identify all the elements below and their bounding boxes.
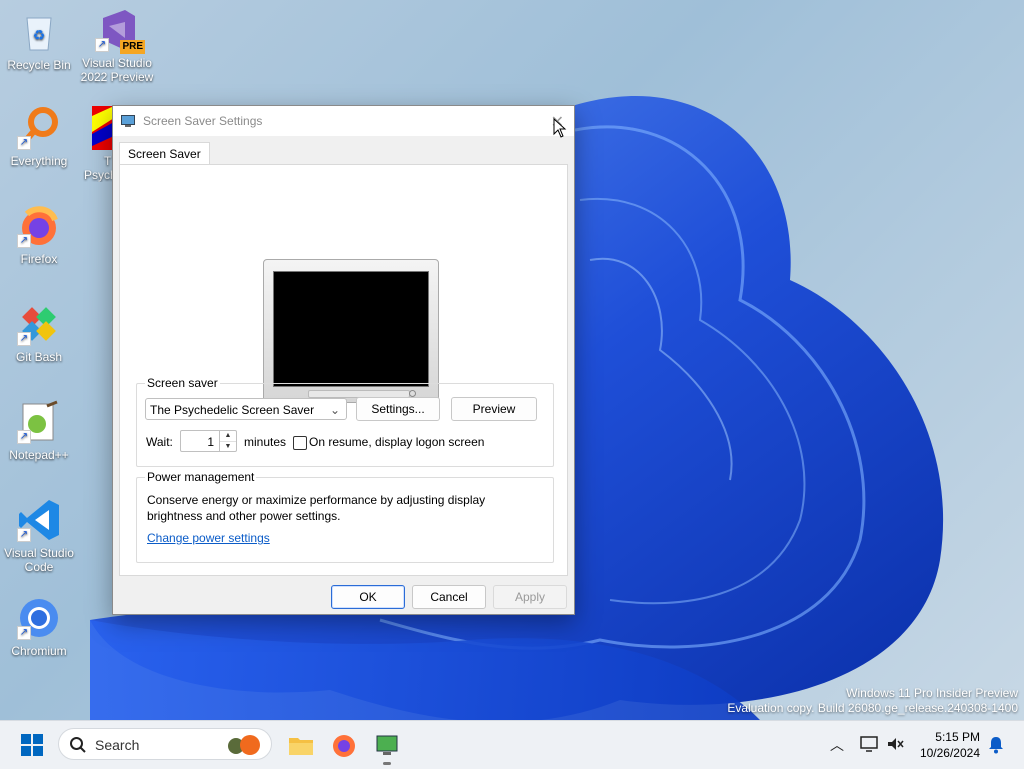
desktop-icon-label: Chromium bbox=[11, 644, 67, 658]
taskbar-screen-saver-settings[interactable] bbox=[371, 729, 403, 765]
desktop-icon-visual-studio-preview[interactable]: PRE ↗ Visual Studio 2022 Preview bbox=[75, 8, 159, 84]
desktop-icon-firefox[interactable]: ↗ Firefox bbox=[0, 204, 81, 266]
desktop-icon-notepad-plus-plus[interactable]: ↗ Notepad++ bbox=[0, 400, 81, 462]
desktop-icon-label: T bbox=[104, 154, 112, 168]
monitor-app-icon bbox=[376, 735, 398, 755]
desktop-icon-chromium[interactable]: ↗ Chromium bbox=[0, 596, 81, 658]
cancel-button[interactable]: Cancel bbox=[412, 585, 486, 609]
search-highlight-icon bbox=[228, 735, 260, 755]
firefox-icon bbox=[333, 735, 355, 757]
wait-minutes-value: 1 bbox=[207, 435, 214, 449]
tab-panel: Screen saver The Psychedelic Screen Save… bbox=[119, 164, 568, 576]
screen-saver-group: Screen saver The Psychedelic Screen Save… bbox=[136, 376, 554, 467]
shortcut-arrow-icon: ↗ bbox=[17, 430, 31, 444]
desktop-icon-everything[interactable]: ↗ Everything bbox=[0, 106, 81, 168]
start-button[interactable] bbox=[16, 729, 48, 761]
desktop-icon-label: Visual Studio bbox=[4, 546, 74, 560]
desktop-icon-label: Visual Studio bbox=[82, 56, 152, 70]
shortcut-arrow-icon: ↗ bbox=[17, 332, 31, 346]
taskbar-clock[interactable]: 5:15 PM 10/26/2024 bbox=[920, 729, 980, 761]
wait-minutes-stepper[interactable]: 1 ▲ ▼ bbox=[180, 430, 237, 452]
change-power-settings-link[interactable]: Change power settings bbox=[147, 531, 270, 545]
taskbar-search-box[interactable]: Search bbox=[58, 728, 272, 760]
watermark-line-1: Windows 11 Pro Insider Preview bbox=[846, 686, 1018, 700]
notepad-plus-plus-icon: ↗ bbox=[17, 400, 61, 444]
desktop-icon-recycle-bin[interactable]: ♻ Recycle Bin bbox=[0, 10, 81, 72]
tab-screen-saver[interactable]: Screen Saver bbox=[119, 142, 210, 165]
desktop-icon-label: Recycle Bin bbox=[7, 58, 71, 72]
stepper-up-icon[interactable]: ▲ bbox=[220, 431, 236, 441]
visual-studio-icon: PRE ↗ bbox=[95, 8, 145, 54]
taskbar-firefox[interactable] bbox=[328, 729, 360, 761]
taskbar-file-explorer[interactable] bbox=[285, 729, 317, 761]
network-icon[interactable] bbox=[860, 736, 878, 752]
chromium-icon: ↗ bbox=[17, 596, 61, 640]
monitor-app-icon bbox=[121, 114, 135, 127]
watermark-line-2: Evaluation copy. Build 26080.ge_release.… bbox=[727, 701, 1018, 715]
minutes-label: minutes bbox=[244, 435, 287, 449]
windows-logo-icon bbox=[21, 734, 43, 756]
monitor-preview bbox=[263, 259, 439, 403]
firefox-icon: ↗ bbox=[17, 204, 61, 248]
stepper-down-icon[interactable]: ▼ bbox=[220, 441, 236, 452]
ok-button[interactable]: OK bbox=[331, 585, 405, 609]
desktop-icon-label: Firefox bbox=[20, 252, 58, 266]
screen-saver-group-label: Screen saver bbox=[145, 376, 220, 390]
volume-muted-icon[interactable] bbox=[886, 736, 904, 752]
desktop-icon-vscode[interactable]: ↗ Visual Studio Code bbox=[0, 498, 81, 574]
folder-icon bbox=[289, 738, 313, 755]
clock-date: 10/26/2024 bbox=[919, 746, 980, 760]
search-icon bbox=[70, 737, 86, 753]
screen-saver-settings-dialog: Screen Saver Settings ✕ Screen Saver Scr… bbox=[112, 105, 575, 615]
shortcut-arrow-icon: ↗ bbox=[17, 234, 31, 248]
clock-time: 5:15 PM bbox=[935, 730, 980, 744]
screen-saver-selected-value: The Psychedelic Screen Saver bbox=[150, 403, 315, 417]
dialog-title: Screen Saver Settings bbox=[143, 114, 263, 128]
preview-badge: PRE bbox=[120, 40, 145, 54]
windows-watermark: Windows 11 Pro Insider Preview Evaluatio… bbox=[727, 686, 1018, 716]
screen-saver-select[interactable]: The Psychedelic Screen Saver ⌄ bbox=[145, 398, 347, 420]
stepper-arrows: ▲ ▼ bbox=[219, 431, 236, 451]
resume-logon-checkbox[interactable] bbox=[293, 436, 307, 450]
power-description-line-2: brightness and other power settings. bbox=[147, 509, 341, 523]
desktop-icon-label: Everything bbox=[10, 154, 68, 168]
git-bash-icon: ↗ bbox=[17, 302, 61, 346]
mouse-pointer-icon bbox=[553, 118, 567, 138]
vscode-icon: ↗ bbox=[17, 498, 61, 542]
taskbar: Search ︿ 5:15 PM 10/26/2024 bbox=[0, 720, 1024, 769]
recycle-bin-icon: ♻ bbox=[17, 10, 61, 54]
resume-logon-label[interactable]: On resume, display logon screen bbox=[309, 435, 484, 449]
monitor-preview-screen bbox=[273, 271, 429, 387]
desktop-icon-label: Psych bbox=[84, 168, 114, 182]
psychedelic-icon bbox=[92, 106, 114, 150]
shortcut-arrow-icon: ↗ bbox=[17, 528, 31, 542]
wait-label: Wait: bbox=[146, 435, 173, 449]
show-hidden-icons-chevron-up-icon[interactable]: ︿ bbox=[830, 735, 844, 755]
search-placeholder: Search bbox=[95, 737, 140, 753]
running-indicator bbox=[383, 762, 391, 765]
power-description-line-1: Conserve energy or maximize performance … bbox=[147, 493, 486, 507]
power-management-group: Power management Conserve energy or maxi… bbox=[136, 470, 554, 563]
preview-button[interactable]: Preview bbox=[451, 397, 537, 421]
desktop-icon-label: 2022 Preview bbox=[80, 70, 154, 84]
shortcut-arrow-icon: ↗ bbox=[95, 38, 109, 52]
desktop-icon-label: Notepad++ bbox=[9, 448, 69, 462]
power-management-group-label: Power management bbox=[145, 470, 257, 484]
desktop-icon-label: Code bbox=[24, 560, 54, 574]
svg-text:♻: ♻ bbox=[33, 27, 46, 43]
desktop-icon-label: Git Bash bbox=[15, 350, 63, 364]
dialog-titlebar[interactable]: Screen Saver Settings ✕ bbox=[113, 106, 574, 136]
notification-bell-icon[interactable] bbox=[988, 736, 1004, 754]
settings-button[interactable]: Settings... bbox=[356, 397, 440, 421]
chevron-down-icon: ⌄ bbox=[329, 403, 340, 417]
apply-button[interactable]: Apply bbox=[493, 585, 567, 609]
shortcut-arrow-icon: ↗ bbox=[17, 626, 31, 640]
desktop-icon-git-bash[interactable]: ↗ Git Bash bbox=[0, 302, 81, 364]
everything-search-icon: ↗ bbox=[17, 106, 61, 150]
shortcut-arrow-icon: ↗ bbox=[17, 136, 31, 150]
desktop-icon-psychedelic[interactable]: T Psych bbox=[74, 106, 114, 182]
